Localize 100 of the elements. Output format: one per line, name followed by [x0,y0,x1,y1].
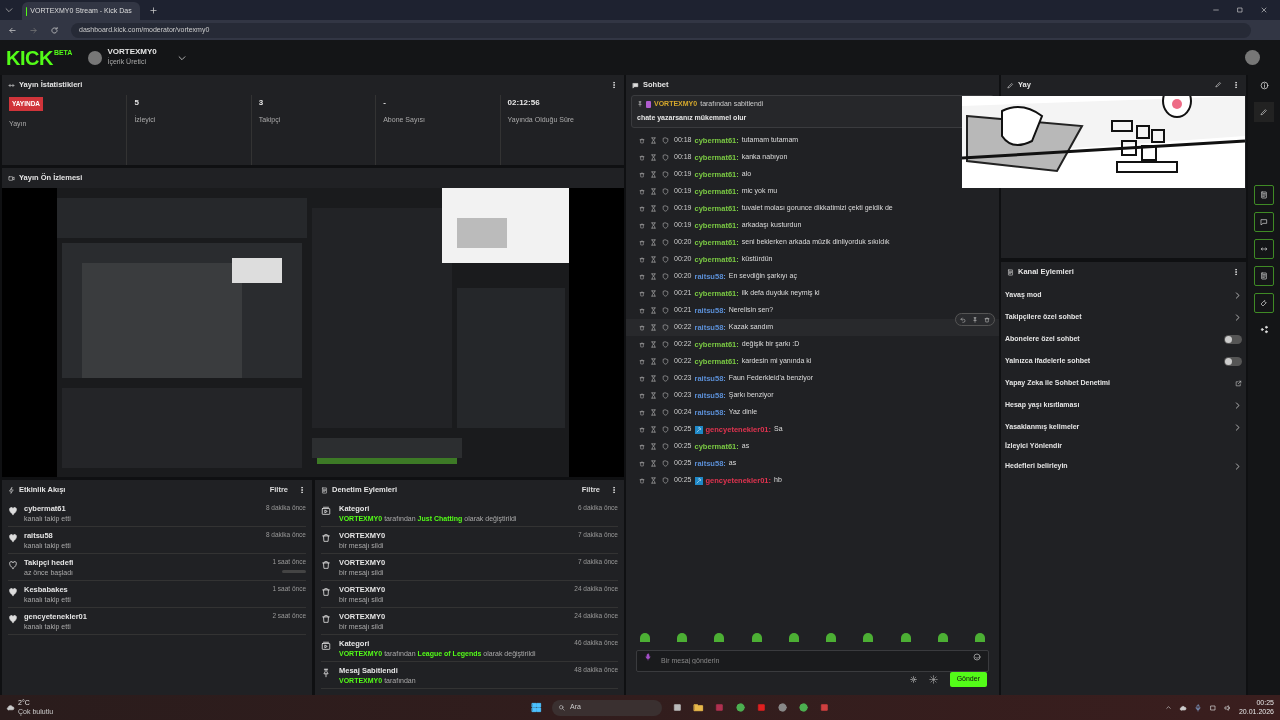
cloud-icon[interactable] [1178,703,1187,712]
trash-icon[interactable] [639,273,645,280]
trash-icon[interactable] [639,460,645,467]
emote-icon[interactable] [714,633,725,642]
more-icon[interactable] [1232,81,1240,89]
shield-icon[interactable] [662,426,669,433]
emote-icon[interactable] [974,633,985,642]
shield-icon[interactable] [662,205,669,212]
app-icon[interactable] [735,702,747,713]
emote-icon[interactable] [677,633,688,642]
shield-icon[interactable] [662,392,669,399]
emote-icon[interactable] [863,633,874,642]
trash-icon[interactable] [639,392,645,399]
close-icon[interactable] [1260,6,1268,14]
hourglass-icon[interactable] [650,375,657,382]
hourglass-icon[interactable] [650,273,657,280]
hourglass-icon[interactable] [650,239,657,246]
trash-icon[interactable] [639,426,645,433]
trash-icon[interactable] [639,205,645,212]
reload-icon[interactable] [50,25,59,35]
shield-icon[interactable] [662,477,669,484]
trash-icon[interactable] [639,477,645,484]
toggle-switch[interactable] [1224,356,1242,366]
trash-icon[interactable] [639,443,645,450]
sidebar-button[interactable] [1254,293,1274,313]
sidebar-button[interactable] [1254,266,1274,286]
hourglass-icon[interactable] [650,409,657,416]
hourglass-icon[interactable] [650,341,657,348]
emote-icon[interactable] [640,633,650,642]
shield-icon[interactable] [662,324,669,331]
hourglass-icon[interactable] [650,477,657,484]
hourglass-icon[interactable] [650,205,657,212]
trash-icon[interactable] [639,154,645,161]
trash-icon[interactable] [639,171,645,178]
trash-icon[interactable] [984,316,990,323]
sidebar-button[interactable] [1254,212,1274,232]
hourglass-icon[interactable] [650,290,657,297]
hourglass-icon[interactable] [650,222,657,229]
maximize-icon[interactable] [1236,6,1244,14]
hourglass-icon[interactable] [650,188,657,195]
emote-icon[interactable] [937,633,948,642]
app-icon[interactable] [798,702,810,713]
edit-button[interactable] [1254,102,1274,122]
hourglass-icon[interactable] [650,137,657,144]
trash-icon[interactable] [639,341,645,348]
trash-icon[interactable] [639,239,645,246]
hourglass-icon[interactable] [650,307,657,314]
shield-icon[interactable] [662,154,669,161]
settings-icon[interactable] [909,676,917,683]
weather-icon[interactable] [6,703,15,712]
tab-list-icon[interactable] [4,5,14,15]
minimize-icon[interactable] [1212,6,1220,14]
sidebar-button[interactable] [1254,239,1274,259]
nodes-icon[interactable] [1259,325,1269,334]
more-icon[interactable] [298,486,306,494]
shield-icon[interactable] [662,358,669,365]
toggle-switch[interactable] [1224,334,1242,344]
more-icon[interactable] [610,486,618,494]
emoji-icon[interactable] [973,653,981,661]
emote-icon[interactable] [826,633,837,642]
shield-icon[interactable] [662,290,669,297]
shield-icon[interactable] [662,256,669,263]
trash-icon[interactable] [639,137,645,144]
hourglass-icon[interactable] [650,171,657,178]
chevron-up-icon[interactable] [1164,704,1172,711]
emote-icon[interactable] [751,633,762,642]
kick-logo[interactable]: KICK [6,47,53,68]
pin-icon[interactable] [972,316,978,323]
trash-icon[interactable] [639,409,645,416]
trash-icon[interactable] [639,188,645,195]
trash-icon[interactable] [639,375,645,382]
shield-icon[interactable] [662,443,669,450]
shield-icon[interactable] [662,341,669,348]
hourglass-icon[interactable] [650,358,657,365]
shield-icon[interactable] [662,239,669,246]
undo-icon[interactable] [960,316,966,323]
trash-icon[interactable] [639,222,645,229]
more-icon[interactable] [1232,268,1240,276]
more-icon[interactable] [610,81,618,89]
volume-icon[interactable] [1223,703,1232,712]
shield-icon[interactable] [662,273,669,280]
edit-icon[interactable] [1215,81,1222,88]
hourglass-icon[interactable] [650,443,657,450]
hourglass-icon[interactable] [650,154,657,161]
hourglass-icon[interactable] [650,256,657,263]
shield-icon[interactable] [662,375,669,382]
shield-icon[interactable] [662,409,669,416]
app-icon[interactable] [672,702,684,713]
hourglass-icon[interactable] [650,392,657,399]
app-icon[interactable] [693,702,705,713]
shield-icon[interactable] [662,171,669,178]
trash-icon[interactable] [639,307,645,314]
shield-icon[interactable] [662,460,669,467]
app-icon[interactable] [777,702,789,713]
trash-icon[interactable] [639,358,645,365]
shield-icon[interactable] [662,222,669,229]
hourglass-icon[interactable] [650,324,657,331]
info-icon[interactable] [1259,81,1269,90]
microphone-icon[interactable] [644,653,652,661]
back-icon[interactable] [8,25,17,35]
